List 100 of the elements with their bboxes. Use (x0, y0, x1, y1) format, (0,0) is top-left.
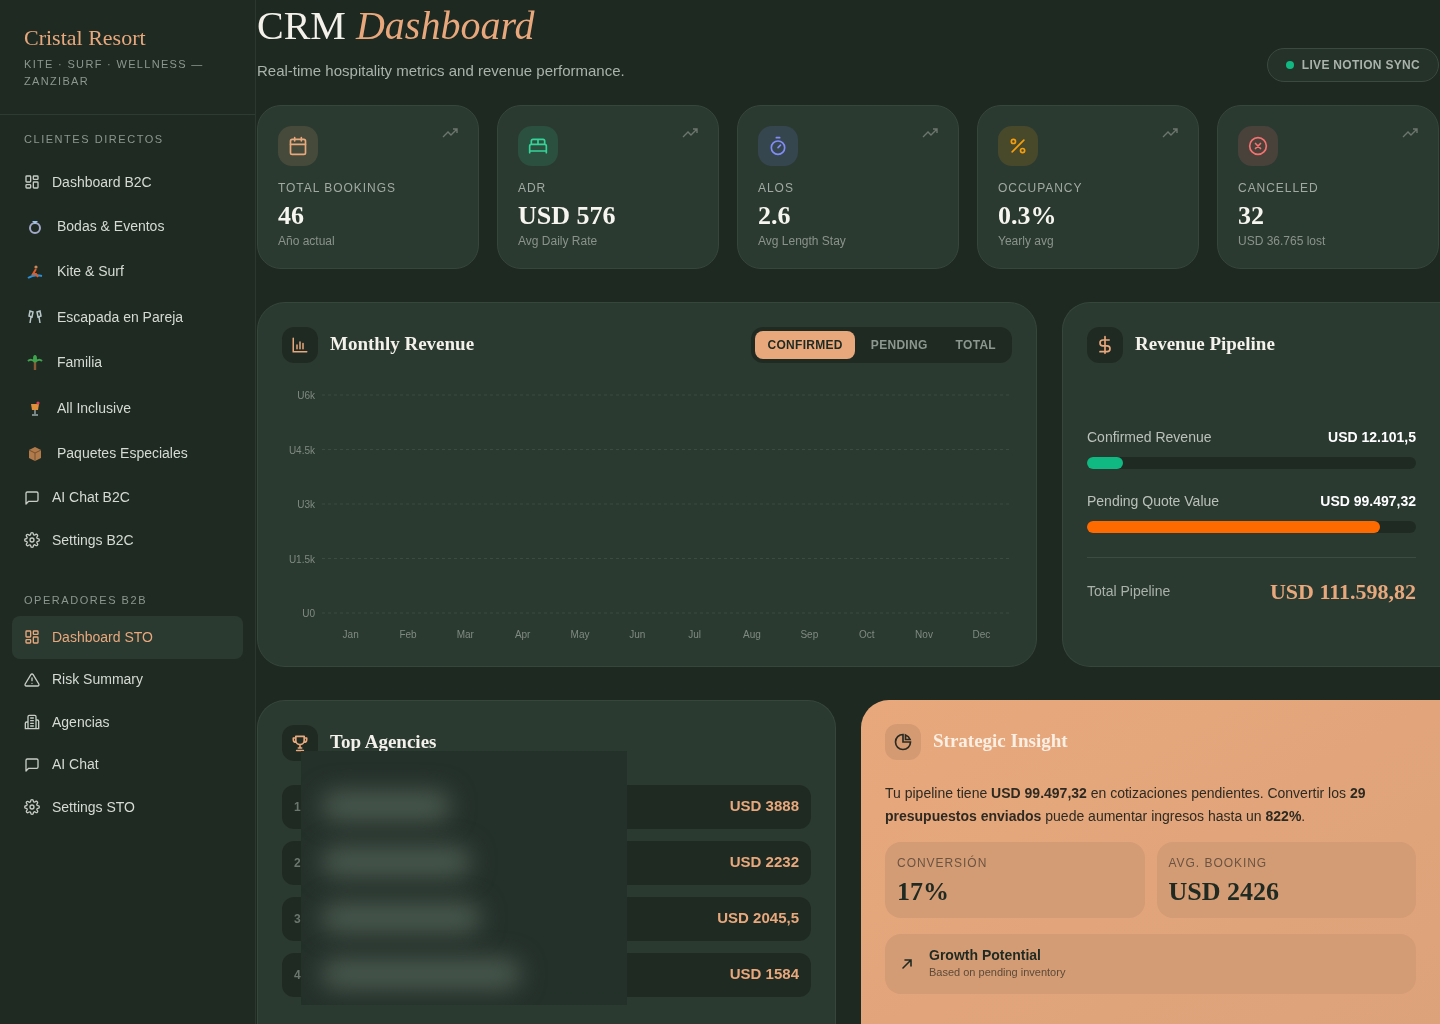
y-axis-label: U0 (302, 607, 315, 619)
x-axis-label: Oct (858, 628, 875, 640)
x-axis-label: Jan (342, 628, 359, 640)
rank-number: 2 (294, 854, 301, 872)
nav-item[interactable]: AI Chat B2C (12, 476, 243, 519)
chart-tab[interactable]: TOTAL (943, 330, 1008, 359)
metric-value: 17% (897, 875, 950, 908)
rank-number: 4 (294, 966, 301, 984)
settings-icon (24, 532, 40, 549)
rank-number: 3 (294, 910, 301, 928)
pie-chart-icon (885, 723, 921, 760)
stat-note: Avg Daily Rate (518, 232, 599, 250)
agency-amount: USD 3888 (729, 796, 799, 817)
brand-tagline: KITE · SURF · WELLNESS — ZANZIBAR (24, 56, 204, 89)
y-axis-label: U1.5k (288, 553, 315, 564)
stat-note: Avg Length Stay (758, 232, 847, 250)
warning-icon (24, 671, 40, 688)
metric-label: CONVERSIÓN (897, 854, 989, 872)
stat-note: USD 36.765 lost (1238, 232, 1327, 250)
x-axis-label: May (570, 628, 590, 640)
stat-value: USD 576 (518, 199, 617, 232)
stat-label: ALOS (758, 179, 795, 197)
x-axis-label: Sep (800, 628, 819, 640)
stat-note: Yearly avg (998, 232, 1055, 250)
x-axis-label: Jun (629, 628, 646, 640)
x-axis-label: Mar (456, 628, 474, 640)
page-subtitle: Real-time hospitality metrics and revenue performance. (257, 61, 625, 81)
nav-item[interactable]: Familia (12, 340, 243, 386)
stat-value: 32 (1238, 199, 1265, 232)
trend-up-icon (682, 127, 698, 138)
nav-item[interactable]: AI Chat (12, 743, 243, 786)
agency-amount: USD 1584 (729, 964, 799, 985)
metric-label: AVG. BOOKING (1168, 854, 1269, 872)
trend-up-icon (922, 127, 938, 138)
card-title: Strategic Insight (933, 729, 1068, 754)
x-axis-label: Aug (743, 628, 761, 640)
chart-tab[interactable]: PENDING (858, 330, 940, 359)
chat-icon (24, 489, 40, 506)
pipeline-label: Pending Quote Value (1087, 491, 1220, 511)
growth-title: Growth Potential (929, 946, 1042, 964)
agency-amount: USD 2232 (729, 852, 799, 873)
trend-up-icon (1162, 127, 1178, 138)
y-axis-label: U3k (297, 498, 315, 510)
surfer-icon (25, 263, 45, 280)
bar-chart-icon (282, 326, 318, 363)
section-heading: OPERADORES B2B (23, 592, 149, 608)
pipeline-label: Confirmed Revenue (1087, 427, 1212, 447)
y-axis-label: U4.5k (288, 444, 315, 455)
stat-label: TOTAL BOOKINGS (278, 179, 397, 197)
pipeline-value: USD 12.101,5 (1328, 427, 1416, 447)
nav-item[interactable]: Settings B2C (12, 519, 243, 562)
champagne-icon (25, 309, 45, 326)
trend-up-icon (1402, 127, 1418, 138)
stat-value: 46 (278, 199, 305, 232)
rank-number: 1 (294, 798, 301, 816)
agency-amount: USD 2045,5 (717, 908, 799, 929)
stat-note: Año actual (278, 232, 336, 250)
nav-item[interactable]: Escapada en Pareja (12, 294, 243, 340)
stat-value: 2.6 (758, 199, 792, 232)
x-axis-label: Jul (688, 628, 702, 640)
dollar-icon (1087, 326, 1123, 363)
nav-item[interactable]: Dashboard STO (12, 616, 243, 659)
settings-icon (24, 799, 40, 816)
nav-item[interactable]: Risk Summary (12, 658, 243, 701)
nav-item[interactable]: Dashboard B2C (12, 161, 243, 204)
chat-icon (24, 756, 40, 773)
x-axis-label: Dec (972, 628, 991, 640)
stat-label: CANCELLED (1238, 179, 1320, 197)
nav-item[interactable]: Bodas & Eventos (12, 203, 243, 249)
x-axis-label: Feb (399, 628, 417, 640)
card-title: Monthly Revenue (330, 332, 475, 357)
x-axis-label: Nov (915, 628, 933, 640)
brand-name: Cristal Resort (24, 24, 147, 52)
nav-item[interactable]: Kite & Surf (12, 249, 243, 295)
total-value: USD 111.598,82 (1269, 577, 1416, 606)
nav-item[interactable]: Paquetes Especiales (12, 431, 243, 477)
x-axis-label: Apr (514, 628, 531, 640)
growth-note: Based on pending inventory (929, 965, 1066, 980)
grid-icon (24, 629, 40, 646)
y-axis-label: U6k (297, 389, 315, 401)
sync-status-badge: LIVE NOTION SYNC (1266, 48, 1439, 82)
building-icon (24, 714, 40, 731)
stat-value: 0.3% (998, 199, 1058, 232)
card-title: Top Agencies (330, 730, 437, 755)
arrow-icon (901, 957, 913, 970)
page-title: CRM Dashboard (257, 4, 536, 48)
nav-item[interactable]: Settings STO (12, 786, 243, 829)
card-title: Revenue Pipeline (1135, 332, 1275, 357)
grid-icon (24, 174, 40, 191)
section-heading: CLIENTES DIRECTOS (23, 131, 165, 147)
chart-tab[interactable]: CONFIRMED (755, 330, 855, 359)
pipeline-value: USD 99.497,32 (1320, 491, 1416, 511)
trend-up-icon (442, 127, 458, 138)
nav-item[interactable]: Agencias (12, 701, 243, 744)
stat-label: ADR (518, 179, 548, 197)
nav-item[interactable]: All Inclusive (12, 385, 243, 431)
insight-text: Tu pipeline tiene USD 99.497,32 en cotizaciones pendientes. Convertir los 29 presupuestos enviados puede aumentar ingresos hasta un 822%. (885, 783, 1367, 826)
stat-label: OCCUPANCY (998, 179, 1084, 197)
metric-value: USD 2426 (1168, 875, 1280, 908)
total-label: Total Pipeline (1087, 581, 1171, 601)
